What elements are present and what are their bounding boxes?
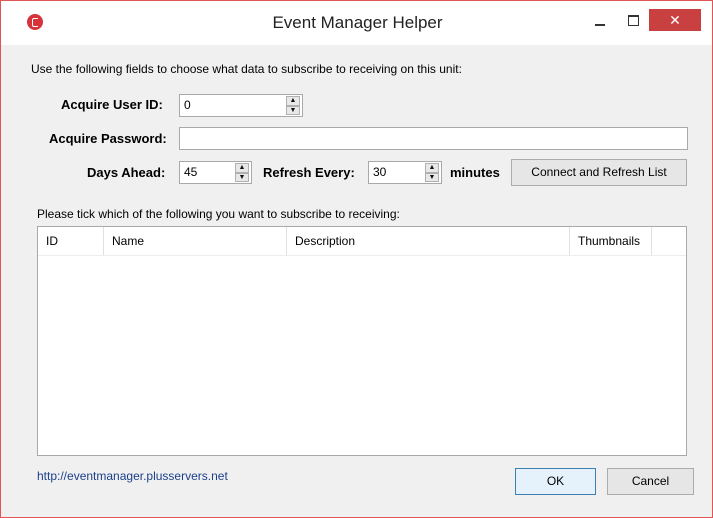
column-header-thumbnails[interactable]: Thumbnails (570, 227, 652, 255)
intro-text: Use the following fields to choose what … (31, 62, 462, 76)
website-link[interactable]: http://eventmanager.plusservers.net (37, 469, 228, 483)
days-ahead-value: 45 (184, 165, 198, 179)
column-header-description[interactable]: Description (287, 227, 570, 255)
minutes-label: minutes (450, 165, 500, 180)
spin-down-icon[interactable]: ▼ (286, 105, 300, 115)
refresh-label: Refresh Every: (263, 165, 355, 180)
password-field[interactable] (179, 127, 688, 150)
connect-refresh-button[interactable]: Connect and Refresh List (511, 159, 687, 186)
column-header-id[interactable]: ID (38, 227, 104, 255)
minimize-icon (595, 24, 605, 26)
list-header: ID Name Description Thumbnails (38, 227, 686, 256)
close-button[interactable]: ✕ (649, 9, 701, 31)
list-prompt: Please tick which of the following you w… (37, 207, 400, 221)
dialog-window: Event Manager Helper ✕ Use the following… (0, 0, 713, 518)
column-header-name[interactable]: Name (104, 227, 287, 255)
refresh-spinner[interactable]: ▲ ▼ (425, 163, 439, 182)
user-id-stepper[interactable]: 0 ▲ ▼ (179, 94, 303, 117)
title-bar[interactable]: Event Manager Helper ✕ (1, 1, 712, 45)
ok-button[interactable]: OK (515, 468, 596, 495)
maximize-button[interactable] (616, 9, 650, 31)
minimize-button[interactable] (583, 9, 617, 31)
dialog-body: Use the following fields to choose what … (21, 54, 698, 509)
days-ahead-spinner[interactable]: ▲ ▼ (235, 163, 249, 182)
user-id-label: Acquire User ID: (61, 97, 163, 112)
spin-up-icon[interactable]: ▲ (286, 96, 300, 106)
maximize-icon (627, 14, 639, 26)
user-id-value: 0 (184, 98, 191, 112)
refresh-stepper[interactable]: 30 ▲ ▼ (368, 161, 442, 184)
days-ahead-label: Days Ahead: (87, 165, 166, 180)
password-label: Acquire Password: (49, 131, 167, 146)
spin-down-icon[interactable]: ▼ (425, 172, 439, 182)
spin-up-icon[interactable]: ▲ (425, 163, 439, 173)
spin-up-icon[interactable]: ▲ (235, 163, 249, 173)
subscription-list[interactable]: ID Name Description Thumbnails (37, 226, 687, 456)
days-ahead-stepper[interactable]: 45 ▲ ▼ (179, 161, 252, 184)
refresh-value: 30 (373, 165, 387, 179)
close-icon: ✕ (669, 11, 681, 28)
cancel-button[interactable]: Cancel (607, 468, 694, 495)
spin-down-icon[interactable]: ▼ (235, 172, 249, 182)
user-id-spinner[interactable]: ▲ ▼ (286, 96, 300, 115)
